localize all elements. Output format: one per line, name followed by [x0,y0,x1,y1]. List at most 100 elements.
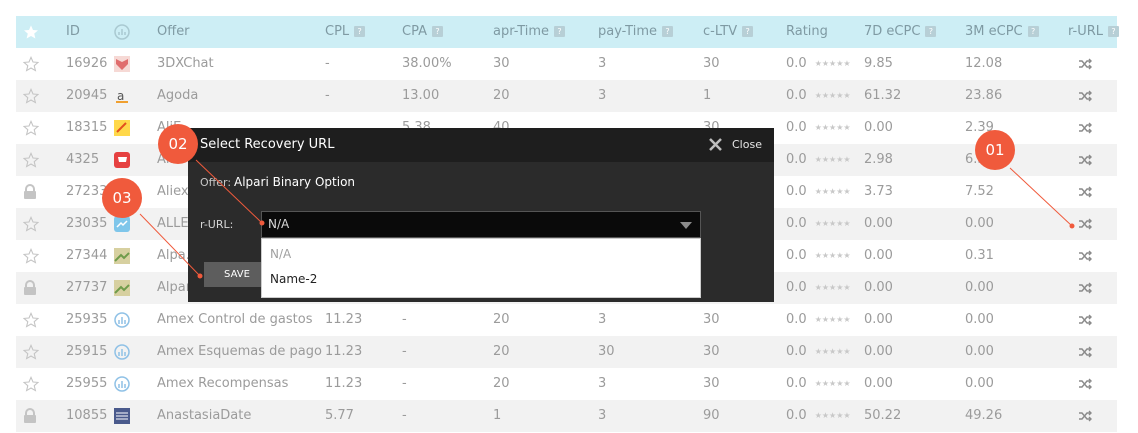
dropdown-option-name-2[interactable]: Name-2 [270,272,317,286]
shuffle-icon[interactable] [1078,186,1092,202]
favorite-star-icon[interactable] [22,343,40,364]
help-icon[interactable]: ? [354,26,366,37]
favorite-star-icon[interactable] [22,311,40,332]
cell-id: 25915 [66,344,108,359]
cell-offer[interactable]: Agoda [157,80,198,112]
help-icon[interactable]: ? [554,26,566,37]
wifi-logo-icon [114,344,130,360]
cell-id: 20945 [66,88,108,103]
rurl-select[interactable]: N/A [261,211,701,238]
favorite-star-icon[interactable] [22,119,40,140]
cell-apr-time: 1 [493,408,502,423]
favorite-star-icon[interactable] [22,215,40,236]
lock-icon [23,408,37,428]
cell-offer[interactable]: AnastasiaDate [157,400,251,432]
cell-c-ltv: 1 [703,88,712,103]
shuffle-icon[interactable] [1078,378,1092,394]
cell-cpl: 11.23 [325,344,363,359]
cell-apr-time: 30 [493,56,510,71]
rating-value: 0.0 [786,344,807,359]
cell-offer[interactable]: 3DXChat [157,48,214,80]
close-icon[interactable] [708,137,723,152]
table-row[interactable]: 25955 Amex Recompensas 11.23 - 20 3 30 0.0 ★★★★★… [16,368,1117,400]
cell-3m-ecpc: 0.00 [965,280,994,295]
col-apr-time[interactable]: apr-Time? [493,16,566,48]
favorite-star-header-icon[interactable] [23,24,39,44]
annotation-badge-01: 01 [975,130,1015,170]
shuffle-icon[interactable] [1078,218,1092,234]
cell-offer[interactable]: Amex Recompensas [157,368,288,400]
cell-7d-ecpc: 0.00 [864,280,893,295]
help-icon[interactable]: ? [742,26,754,37]
col-pay-time[interactable]: pay-Time? [598,16,673,48]
col-7d-ecpc[interactable]: 7D eCPC? [864,16,937,48]
favorite-star-icon[interactable] [22,151,40,172]
help-icon[interactable]: ? [1027,26,1039,37]
cell-pay-time: 3 [598,88,607,103]
col-3m-ecpc[interactable]: 3M eCPC? [965,16,1039,48]
shuffle-icon[interactable] [1078,282,1092,298]
help-icon[interactable]: ? [1108,26,1119,37]
table-row[interactable]: 10855 AnastasiaDate 5.77 - 1 3 90 0.0 ★★★★★ 50.22… [16,400,1117,432]
col-id[interactable]: ID [66,16,80,48]
cell-offer[interactable]: Amex Esquemas de pago [157,336,322,368]
col-offer[interactable]: Offer [157,16,190,48]
cell-3m-ecpc: 0.31 [965,248,994,263]
favorite-star-icon[interactable] [22,55,40,76]
cell-cpa: - [402,376,407,391]
shuffle-icon[interactable] [1078,346,1092,362]
shuffle-icon[interactable] [1078,58,1092,74]
col-cpl[interactable]: CPL? [325,16,366,48]
svg-text:a: a [117,89,124,103]
close-button[interactable]: Close [732,128,762,162]
cell-pay-time: 3 [598,408,607,423]
rating-value: 0.0 [786,280,807,295]
favorite-star-icon[interactable] [22,247,40,268]
help-icon[interactable]: ? [431,26,443,37]
rating-value: 0.0 [786,120,807,135]
shuffle-icon[interactable] [1078,122,1092,138]
lock-icon [23,280,37,300]
rurl-label: r-URL: [200,218,234,231]
cell-7d-ecpc: 3.73 [864,184,893,199]
cell-c-ltv: 30 [703,56,720,71]
favorite-star-icon[interactable] [22,375,40,396]
wifi-logo-icon [114,376,130,392]
table-row[interactable]: 20945 a Agoda - 13.00 20 3 1 0.0 ★★★★★ 61.32 23.86 [16,80,1117,112]
col-cpa[interactable]: CPA? [402,16,443,48]
cell-3m-ecpc: 7.52 [965,184,994,199]
cell-id: 27737 [66,280,108,295]
help-icon[interactable]: ? [925,26,937,37]
cell-apr-time: 20 [493,376,510,391]
cell-pay-time: 30 [598,344,615,359]
shuffle-icon[interactable] [1078,90,1092,106]
rurl-selected-value: N/A [268,217,290,231]
help-icon[interactable]: ? [662,26,673,37]
chevron-down-icon[interactable] [680,222,692,229]
shuffle-icon[interactable] [1078,250,1092,266]
favorite-star-icon[interactable] [22,87,40,108]
table-row[interactable]: 25915 Amex Esquemas de pago 11.23 - 20 30 30 0.… [16,336,1117,368]
cell-id: 25955 [66,376,108,391]
aliexpress-logo-icon [114,120,130,136]
cell-c-ltv: 30 [703,376,720,391]
col-rating[interactable]: Rating [786,16,828,48]
cell-rating: 0.0 ★★★★★ [786,304,851,336]
rating-stars: ★★★★★ [814,91,851,100]
dropdown-option-na[interactable]: N/A [270,247,291,261]
shuffle-icon[interactable] [1078,410,1092,426]
cell-cpa: - [402,312,407,327]
table-row[interactable]: 25935 Amex Control de gastos 11.23 - 20 3 30 0.… [16,304,1117,336]
col-c-ltv[interactable]: c-LTV? [703,16,754,48]
table-row[interactable]: 16926 3DXChat - 38.00% 30 3 30 0.0 ★★★★★ 9.85 12.0… [16,48,1117,80]
shuffle-icon[interactable] [1078,314,1092,330]
cell-rating: 0.0 ★★★★★ [786,368,851,400]
shuffle-icon[interactable] [1078,154,1092,170]
cell-c-ltv: 90 [703,408,720,423]
cell-pay-time: 3 [598,56,607,71]
rating-stars: ★★★★★ [814,379,851,388]
rating-value: 0.0 [786,376,807,391]
col-r-url[interactable]: r-URL? [1068,16,1119,48]
cell-id: 4325 [66,152,100,167]
cell-offer[interactable]: Amex Control de gastos [157,304,312,336]
